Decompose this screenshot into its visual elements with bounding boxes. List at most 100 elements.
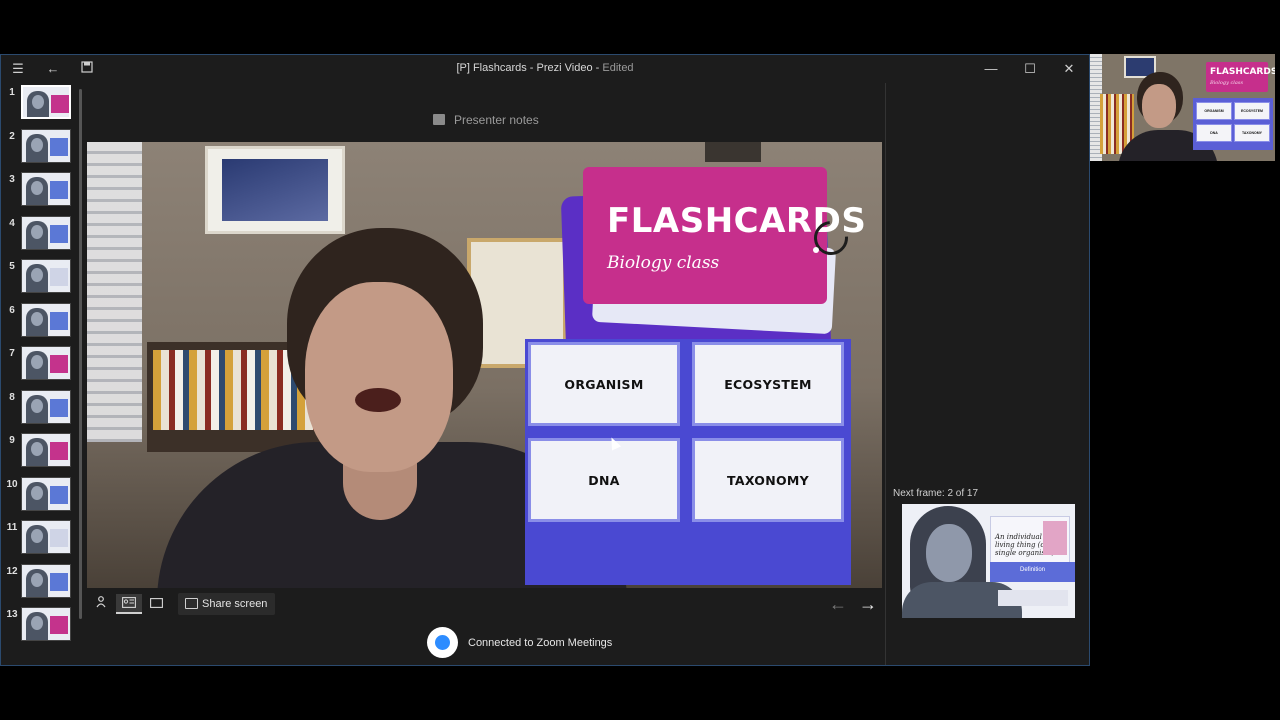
slide-only-glyph (149, 598, 163, 608)
slide-thumbnail-row[interactable]: 10 (1, 476, 77, 513)
minimize-button[interactable]: — (972, 57, 1010, 81)
camera-card-taxonomy: TAXONOMY (1234, 124, 1270, 142)
slide-thumbnail-row[interactable]: 4 (1, 215, 77, 252)
camera-person-face (1142, 84, 1176, 128)
slide-thumbnail-row[interactable]: 2 (1, 128, 77, 165)
slide-thumbnail[interactable] (21, 128, 71, 163)
slide-number: 12 (6, 565, 18, 577)
split-layout-icon[interactable] (116, 594, 142, 614)
previous-frame-arrow-icon[interactable]: ← (827, 593, 849, 615)
thumb-face (31, 572, 43, 587)
share-screen-button[interactable]: Share screen (178, 593, 276, 615)
camera-title: FLASHCARDS (1210, 67, 1275, 77)
slide-thumbnail[interactable] (21, 215, 71, 250)
slide-number: 10 (6, 478, 18, 490)
next-frame-label: Next frame: 2 of 17 (893, 488, 979, 499)
thumb-card (50, 224, 68, 243)
flashcard-ecosystem[interactable]: ECOSYSTEM (692, 342, 844, 426)
preview-footer (998, 590, 1068, 606)
thumb-card (50, 137, 68, 156)
slide-thumbnail[interactable] (21, 302, 71, 337)
frame-edge (705, 142, 761, 162)
thumb-card (50, 442, 68, 460)
spinner-dot (813, 247, 819, 253)
zoom-camera-icon (435, 635, 450, 650)
slide-thumbnail-row[interactable]: 11 (1, 520, 77, 556)
maximize-button[interactable]: ☐ (1011, 57, 1049, 81)
camera-preview-tile: FLASHCARDS Biology class ORGANISM ECOSYS… (1090, 54, 1275, 161)
slide-thumbnail-row[interactable]: 7 (1, 346, 77, 382)
slide-thumbnail[interactable] (21, 433, 71, 467)
slide-thumbnail-row[interactable]: 1 (1, 85, 77, 121)
slide-thumbnail[interactable] (21, 346, 71, 380)
thumb-face (31, 268, 43, 282)
share-screen-icon (185, 598, 198, 609)
slide-number: 8 (9, 391, 15, 403)
slide-only-icon[interactable] (147, 594, 165, 614)
slide-thumbnail[interactable] (21, 259, 71, 293)
connection-status-text: Connected to Zoom Meetings (468, 637, 613, 649)
slide-thumbnail-row[interactable]: 6 (1, 302, 77, 339)
person-view-icon[interactable] (93, 594, 109, 614)
preview-organism-image (1043, 521, 1067, 555)
thumb-face (31, 529, 43, 543)
preview-band: Definition (990, 562, 1075, 582)
slide-thumbnail-row[interactable]: 5 (1, 259, 77, 295)
thumb-face (31, 355, 43, 369)
slide-thumbnail[interactable] (21, 172, 71, 206)
flashcards-title-card[interactable]: FLASHCARDS Biology class (583, 167, 866, 304)
thumb-face (31, 442, 43, 456)
save-icon[interactable] (79, 61, 95, 77)
share-screen-label: Share screen (202, 598, 268, 610)
slide-number: 6 (9, 304, 15, 316)
person-glyph (96, 596, 106, 608)
slide-number: 9 (9, 435, 15, 446)
slide-thumbnail[interactable] (21, 85, 71, 119)
slide-thumbnail[interactable] (21, 520, 71, 554)
slide-thumbnail-row[interactable]: 9 (1, 433, 77, 469)
flashcard-dna[interactable]: DNA (528, 438, 680, 522)
camera-card-organism: ORGANISM (1196, 102, 1232, 120)
camera-title-card: FLASHCARDS Biology class (1206, 62, 1275, 92)
thumb-card (50, 268, 68, 286)
presentation-stage: FLASHCARDS Biology class ORGANISM ECOSYS… (87, 142, 882, 588)
thumb-card (50, 485, 68, 504)
screen: ☰ ← [P] Flashcards - Prezi Video - Edite… (0, 0, 1280, 720)
thumb-face (31, 224, 43, 239)
back-arrow-icon[interactable]: ← (45, 61, 61, 77)
camera-card-dna: DNA (1196, 124, 1232, 142)
thumb-card (51, 95, 69, 113)
slide-number: 7 (9, 348, 15, 359)
thumb-card (50, 529, 68, 547)
thumb-face (31, 181, 43, 195)
thumb-face (32, 95, 44, 109)
slide-thumbnail-row[interactable]: 8 (1, 389, 77, 426)
slide-thumbnail-row[interactable]: 12 (1, 563, 77, 600)
title-bar: ☰ ← [P] Flashcards - Prezi Video - Edite… (1, 55, 1089, 83)
camera-subtitle: Biology class (1210, 80, 1244, 86)
slide-thumbnail[interactable] (21, 389, 71, 424)
sidebar-scrollbar[interactable] (79, 89, 82, 619)
stage-toolbar: Share screen ← → (87, 589, 882, 619)
thumb-face (31, 398, 43, 413)
split-layout-glyph (122, 597, 136, 608)
thumb-face (31, 137, 43, 152)
hamburger-menu-icon[interactable]: ☰ (10, 61, 26, 77)
wall-picture (205, 146, 345, 234)
slide-number: 2 (9, 130, 15, 142)
presenter-notes-toggle[interactable]: Presenter notes (433, 113, 539, 127)
flashcard-taxonomy[interactable]: TAXONOMY (692, 438, 844, 522)
flashcard-organism[interactable]: ORGANISM (528, 342, 680, 426)
slide-number: 4 (9, 217, 15, 229)
slide-thumbnail[interactable] (21, 476, 71, 511)
presenter-face (305, 282, 453, 472)
next-frame-arrow-icon[interactable]: → (857, 593, 879, 615)
slide-number: 11 (6, 522, 18, 533)
notes-icon (433, 114, 445, 125)
close-button[interactable]: ✕ (1050, 57, 1088, 81)
slide-thumbnail-row[interactable]: 3 (1, 172, 77, 208)
next-frame-preview[interactable]: An individual living thing (one single o… (902, 504, 1075, 618)
slide-thumbnail[interactable] (21, 563, 71, 598)
thumb-card (50, 311, 68, 330)
window-blinds (87, 142, 142, 442)
